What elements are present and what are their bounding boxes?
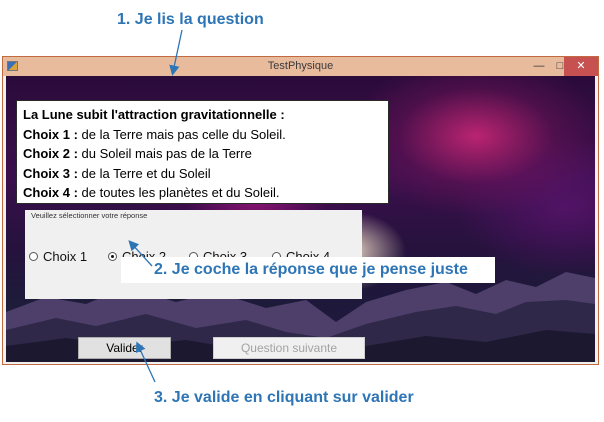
annotation-arrows: [128, 29, 183, 383]
arrow-to-validate: [135, 341, 156, 383]
arrow-to-question: [169, 29, 183, 76]
arrow-to-choice-2: [128, 240, 153, 267]
